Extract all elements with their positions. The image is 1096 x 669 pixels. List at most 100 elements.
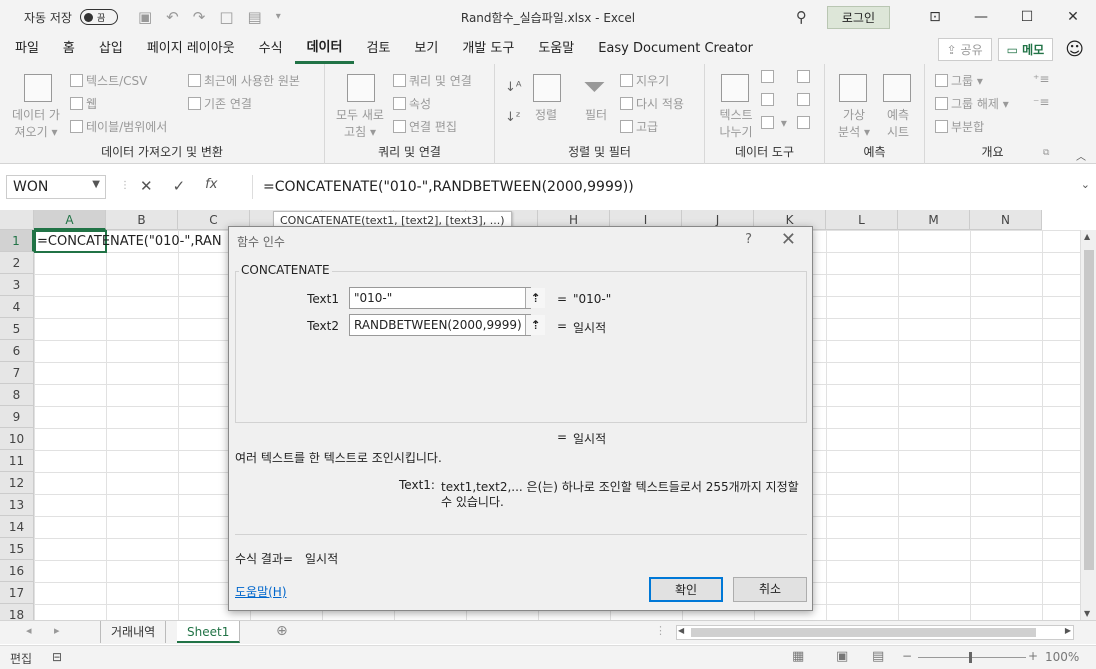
hide-detail-icon[interactable]: ⁻≡: [1033, 95, 1049, 109]
close-button[interactable]: ✕: [1050, 9, 1096, 25]
form-icon[interactable]: ▤: [248, 8, 262, 26]
row-header[interactable]: 17: [0, 582, 34, 604]
forecast-sheet-button[interactable]: 예측 시트: [883, 106, 913, 140]
vertical-scroll-thumb[interactable]: [1084, 250, 1094, 570]
row-header[interactable]: 1: [0, 230, 34, 252]
scroll-left-icon[interactable]: ◀: [678, 626, 684, 635]
row-header[interactable]: 5: [0, 318, 34, 340]
tab-formulas[interactable]: 수식: [247, 34, 295, 64]
get-data-button[interactable]: 데이터 가 져오기 ▾: [10, 106, 62, 140]
collapse-dialog-text1-icon[interactable]: ⇡: [525, 288, 545, 308]
dialog-help-button[interactable]: ?: [745, 232, 752, 247]
row-header[interactable]: 9: [0, 406, 34, 428]
tab-split-grip-icon[interactable]: ⋮: [655, 624, 666, 637]
show-detail-icon[interactable]: ⁺≡: [1033, 72, 1049, 86]
row-header[interactable]: 10: [0, 428, 34, 450]
column-header[interactable]: N: [970, 210, 1042, 230]
new-file-icon[interactable]: □: [219, 8, 233, 26]
collapse-dialog-text2-icon[interactable]: ⇡: [525, 315, 545, 335]
outline-launcher-icon[interactable]: ⧉: [1043, 148, 1049, 158]
row-header[interactable]: 14: [0, 516, 34, 538]
scroll-down-icon[interactable]: ▼: [1084, 609, 1090, 618]
flash-fill-icon[interactable]: [761, 70, 777, 84]
row-header[interactable]: 3: [0, 274, 34, 296]
row-header[interactable]: 11: [0, 450, 34, 472]
ribbon-display-icon[interactable]: ⊡: [912, 9, 958, 25]
tab-home[interactable]: 홈: [51, 34, 87, 64]
remove-duplicates-icon[interactable]: [761, 93, 777, 107]
insert-function-icon[interactable]: fx: [205, 177, 217, 195]
zoom-level[interactable]: 100%: [1045, 650, 1079, 664]
sort-button[interactable]: 정렬: [535, 106, 557, 123]
text-to-columns-button[interactable]: 텍스트 나누기: [717, 106, 755, 140]
redo-icon[interactable]: ↷: [193, 8, 206, 26]
column-header[interactable]: B: [106, 210, 178, 230]
tab-file[interactable]: 파일: [3, 34, 51, 64]
tab-view[interactable]: 보기: [402, 34, 450, 64]
confirm-entry-icon[interactable]: ✓: [173, 177, 186, 195]
row-header[interactable]: 7: [0, 362, 34, 384]
row-header[interactable]: 8: [0, 384, 34, 406]
horizontal-scroll-thumb[interactable]: [691, 628, 1036, 637]
share-button[interactable]: ⇪ 공유: [937, 37, 992, 61]
zoom-slider[interactable]: [918, 657, 1026, 658]
tab-review[interactable]: 검토: [354, 34, 402, 64]
feedback-smiley-icon[interactable]: ☺: [1065, 39, 1084, 60]
tab-page-layout[interactable]: 페이지 레이아웃: [135, 34, 247, 64]
refresh-all-button[interactable]: 모두 새로 고침 ▾: [333, 106, 387, 140]
row-header[interactable]: 6: [0, 340, 34, 362]
relationships-icon[interactable]: [797, 93, 813, 107]
save-icon[interactable]: ▣: [138, 8, 152, 26]
row-header[interactable]: 15: [0, 538, 34, 560]
zoom-out-icon[interactable]: −: [902, 649, 912, 663]
tab-developer[interactable]: 개발 도구: [450, 34, 526, 64]
collapse-ribbon-icon[interactable]: ︿: [1076, 148, 1086, 163]
filter-button[interactable]: 필터: [585, 106, 607, 123]
tab-data[interactable]: 데이터: [294, 34, 355, 64]
column-header[interactable]: A: [34, 210, 106, 230]
name-box[interactable]: WON ▼: [6, 175, 106, 199]
comments-button[interactable]: ▭ 메모: [997, 37, 1054, 61]
arg-input-text2[interactable]: RANDBETWEEN(2000,9999): [349, 314, 531, 336]
tab-easy-document-creator[interactable]: Easy Document Creator: [586, 34, 765, 64]
function-help-link[interactable]: 도움말(H): [235, 583, 287, 600]
consolidate-icon[interactable]: [797, 70, 813, 84]
name-box-dropdown-icon[interactable]: ▼: [92, 179, 100, 190]
prev-sheet-icon[interactable]: ◂: [26, 624, 32, 637]
vertical-scrollbar[interactable]: ▲ ▼: [1080, 230, 1096, 620]
properties-button[interactable]: 속성: [393, 95, 431, 112]
new-sheet-icon[interactable]: ⊕: [276, 623, 288, 639]
cancel-button[interactable]: 취소: [733, 577, 807, 602]
row-header[interactable]: 12: [0, 472, 34, 494]
minimize-button[interactable]: —: [958, 9, 1004, 25]
tab-insert[interactable]: 삽입: [87, 34, 135, 64]
cancel-entry-icon[interactable]: ✕: [140, 177, 153, 195]
normal-view-icon[interactable]: ▦: [792, 649, 804, 664]
autosave-toggle[interactable]: 끔: [79, 9, 118, 25]
select-all-corner[interactable]: [0, 210, 34, 230]
data-model-icon[interactable]: [797, 116, 813, 130]
from-web-button[interactable]: 웹: [70, 95, 97, 112]
scroll-right-icon[interactable]: ▶: [1065, 626, 1071, 635]
dialog-close-button[interactable]: ✕: [781, 229, 796, 250]
existing-connections-button[interactable]: 기존 연결: [188, 95, 252, 112]
expand-formula-bar-icon[interactable]: ⌄: [1081, 178, 1090, 191]
subtotal-button[interactable]: 부분합: [935, 118, 984, 135]
ungroup-button[interactable]: 그룹 해제 ▾: [935, 95, 1009, 112]
from-text-csv-button[interactable]: 텍스트/CSV: [70, 72, 147, 89]
row-header[interactable]: 2: [0, 252, 34, 274]
formula-input[interactable]: =CONCATENATE("010-",RANDBETWEEN(2000,999…: [252, 175, 1074, 199]
sort-descending-icon[interactable]: ↓ᶻ: [505, 110, 521, 125]
next-sheet-icon[interactable]: ▸: [54, 624, 60, 637]
row-header[interactable]: 13: [0, 494, 34, 516]
from-table-range-button[interactable]: 테이블/범위에서: [70, 118, 167, 135]
group-button[interactable]: 그룹 ▾: [935, 72, 983, 89]
sheet-tab-sheet1[interactable]: Sheet1: [177, 621, 241, 643]
customize-qat-icon[interactable]: ▾: [276, 8, 281, 26]
column-header[interactable]: M: [898, 210, 970, 230]
horizontal-scrollbar[interactable]: ◀ ▶: [676, 625, 1074, 640]
scroll-up-icon[interactable]: ▲: [1084, 232, 1090, 241]
reapply-button[interactable]: 다시 적용: [620, 95, 684, 112]
edit-links-button[interactable]: 연결 편집: [393, 118, 457, 135]
recent-sources-button[interactable]: 최근에 사용한 원본: [188, 72, 300, 89]
